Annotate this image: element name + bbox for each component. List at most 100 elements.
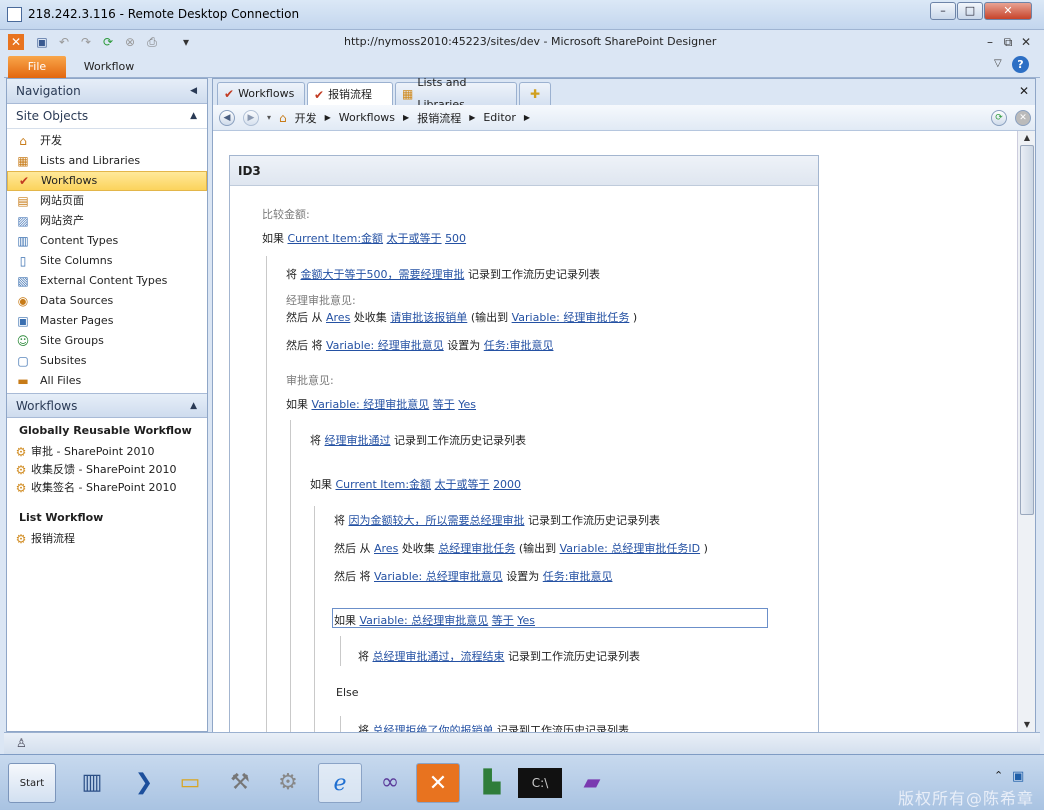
sharepoint-designer-icon[interactable]: ✕ (416, 763, 460, 803)
operator-link[interactable]: 太于或等于 (435, 478, 490, 491)
value-link[interactable]: 500 (445, 232, 466, 245)
help-icon[interactable]: ? (1012, 56, 1029, 73)
app-restore-icon[interactable]: ⧉ (1000, 34, 1016, 50)
breadcrumb-workflows[interactable]: Workflows (339, 111, 395, 124)
undo-icon[interactable]: ↶ (56, 34, 72, 50)
settings-icon[interactable]: ⚙ (266, 763, 310, 803)
forward-icon[interactable]: ▶ (243, 109, 259, 126)
workflow-item-approval[interactable]: ⚙ 审批 - SharePoint 2010 (7, 443, 207, 461)
nav-item-external-content-types[interactable]: ▧ External Content Types (7, 271, 207, 291)
user-link[interactable]: Ares (374, 542, 398, 555)
minimize-button[interactable]: – (930, 2, 956, 20)
app-close-icon[interactable]: ✕ (1018, 34, 1034, 50)
message-link[interactable]: 金额大于等于500，需要经理审批 (301, 268, 465, 281)
else-branch[interactable]: Else (336, 686, 359, 699)
breadcrumb-home[interactable]: 开发 (295, 110, 317, 126)
message-link[interactable]: 总经理审批通过，流程结束 (373, 650, 505, 663)
field-link[interactable]: Current Item:金额 (336, 478, 432, 491)
message-link[interactable]: 经理审批通过 (325, 434, 391, 447)
refresh-icon[interactable]: ⟳ (100, 34, 116, 50)
start-button[interactable]: Start (8, 763, 56, 803)
operator-link[interactable]: 等于 (492, 614, 514, 627)
breadcrumb-editor[interactable]: Editor (483, 111, 516, 124)
chevron-up-icon[interactable]: ▲ (190, 394, 197, 419)
powershell-icon[interactable]: ❯ (122, 763, 166, 803)
value-link[interactable]: Yes (458, 398, 476, 411)
explorer-icon[interactable]: ▭ (168, 763, 212, 803)
variable-link[interactable]: Variable: 总经理审批任务ID (560, 542, 700, 555)
nav-item-data-sources[interactable]: ◉ Data Sources (7, 291, 207, 311)
tab-workflows[interactable]: ✔ Workflows (217, 82, 305, 105)
stop-icon[interactable]: ⊗ (122, 34, 138, 50)
internet-explorer-icon[interactable]: ℯ (318, 763, 362, 803)
user-status-icon[interactable]: ♙ (16, 736, 27, 750)
tools-icon[interactable]: ⚒ (218, 763, 262, 803)
message-link[interactable]: 因为金额较大，所以需要总经理审批 (349, 514, 525, 527)
workflow-item-expense[interactable]: ⚙ 报销流程 (7, 530, 207, 548)
collapse-nav-icon[interactable]: ◀ (190, 79, 197, 104)
value-link[interactable]: 任务:审批意见 (543, 570, 613, 583)
new-tab-button[interactable]: ✚ (519, 82, 551, 105)
refresh-icon[interactable]: ⟳ (991, 109, 1007, 126)
user-link[interactable]: Ares (326, 311, 350, 324)
scroll-thumb[interactable] (1020, 145, 1034, 515)
scroll-up-icon[interactable]: ▲ (1020, 132, 1034, 144)
value-link[interactable]: Yes (517, 614, 535, 627)
show-hidden-icons[interactable]: ⌃ (994, 769, 1003, 782)
infopath-icon[interactable]: ▰ (570, 763, 614, 803)
chevron-up-icon[interactable]: ▲ (190, 104, 197, 129)
workflow-item-signatures[interactable]: ⚙ 收集签名 - SharePoint 2010 (7, 479, 207, 497)
app-minimize-icon[interactable]: – (982, 34, 998, 50)
data-link[interactable]: 总经理审批任务 (438, 542, 515, 555)
nav-item-subsites[interactable]: ▢ Subsites (7, 351, 207, 371)
close-tab-icon[interactable]: ✕ (1019, 84, 1029, 98)
step-title[interactable]: ID3 (230, 156, 818, 186)
history-dropdown-icon[interactable]: ▾ (267, 113, 271, 122)
breadcrumb-expense[interactable]: 报销流程 (417, 110, 461, 126)
scroll-down-icon[interactable]: ▼ (1020, 719, 1034, 731)
nav-item-site-pages[interactable]: ▤ 网站页面 (7, 191, 207, 211)
operator-link[interactable]: 太于或等于 (387, 232, 442, 245)
nav-item-all-files[interactable]: ▬ All Files (7, 371, 207, 391)
ribbon-expand-icon[interactable]: ▽ (994, 58, 1002, 69)
nav-item-content-types[interactable]: ▥ Content Types (7, 231, 207, 251)
preview-icon[interactable]: ⎙ (144, 34, 160, 50)
value-link[interactable]: 任务:审批意见 (484, 339, 554, 352)
site-objects-header[interactable]: Site Objects ▲ (7, 104, 207, 129)
variable-link[interactable]: Variable: 总经理审批意见 (374, 570, 503, 583)
operator-link[interactable]: 等于 (433, 398, 455, 411)
field-link[interactable]: Current Item:金额 (288, 232, 384, 245)
nav-item-site-assets[interactable]: ▨ 网站资产 (7, 211, 207, 231)
command-prompt-icon[interactable]: C:\ (518, 768, 562, 798)
network-icon[interactable]: ▣ (1012, 769, 1024, 784)
variable-link[interactable]: Variable: 经理审批任务 (512, 311, 630, 324)
nav-item-site-columns[interactable]: ▯ Site Columns (7, 251, 207, 271)
close-button[interactable]: ✕ (984, 2, 1032, 20)
value-link[interactable]: 2000 (493, 478, 521, 491)
tab-expense-workflow[interactable]: ✔ 报销流程 (307, 82, 393, 106)
customize-toolbar-icon[interactable]: ▾ (178, 34, 194, 50)
server-manager-icon[interactable]: ▥ (70, 763, 114, 803)
data-link[interactable]: 请审批该报销单 (390, 311, 467, 324)
nav-item-workflows[interactable]: ✔ Workflows (7, 171, 207, 191)
vertical-scrollbar[interactable]: ▲ ▼ (1017, 131, 1035, 733)
variable-link[interactable]: Variable: 经理审批意见 (326, 339, 444, 352)
tab-lists-libraries[interactable]: ▦Lists and Libraries (395, 76, 517, 111)
tab-file[interactable]: File (8, 56, 66, 78)
variable-link[interactable]: Variable: 总经理审批意见 (360, 614, 489, 627)
tab-workflow[interactable]: Workflow (74, 56, 144, 78)
variable-link[interactable]: Variable: 经理审批意见 (312, 398, 430, 411)
nav-item-site-groups[interactable]: ☺ Site Groups (7, 331, 207, 351)
visual-studio-icon[interactable]: ∞ (368, 763, 412, 803)
back-icon[interactable]: ◀ (219, 109, 235, 126)
nav-item-home[interactable]: ⌂ 开发 (7, 131, 207, 151)
sharepoint-management-icon[interactable]: ▙ (470, 763, 514, 803)
workflows-header[interactable]: Workflows ▲ (7, 393, 207, 418)
maximize-button[interactable]: □ (957, 2, 983, 20)
save-icon[interactable]: ▣ (34, 34, 50, 50)
redo-icon[interactable]: ↷ (78, 34, 94, 50)
nav-item-master-pages[interactable]: ▣ Master Pages (7, 311, 207, 331)
nav-item-lists[interactable]: ▦ Lists and Libraries (7, 151, 207, 171)
workflow-item-feedback[interactable]: ⚙ 收集反馈 - SharePoint 2010 (7, 461, 207, 479)
stop-icon[interactable]: ✕ (1015, 109, 1031, 126)
